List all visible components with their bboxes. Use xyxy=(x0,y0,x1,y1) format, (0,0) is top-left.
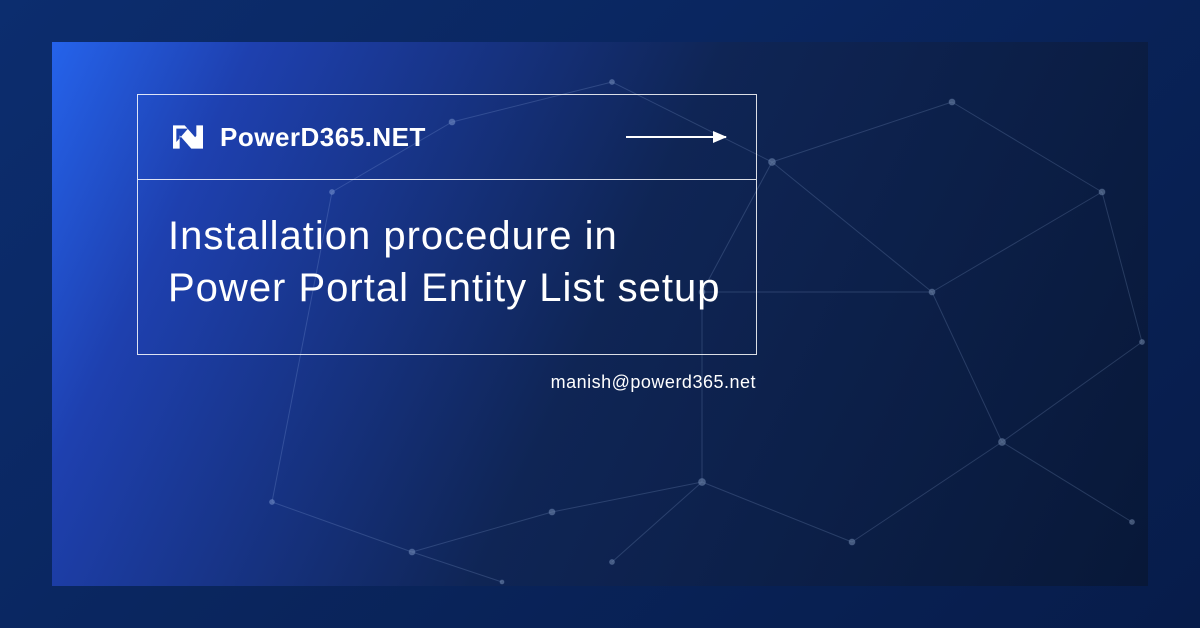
arrow-right-icon xyxy=(626,136,726,138)
card-header: PowerD365.NET xyxy=(138,95,756,180)
background-panel: PowerD365.NET Installation procedure in … xyxy=(52,42,1148,586)
content-card: PowerD365.NET Installation procedure in … xyxy=(137,94,757,355)
brand-name: PowerD365.NET xyxy=(220,122,426,153)
card-body: Installation procedure in Power Portal E… xyxy=(138,180,756,354)
outer-frame: PowerD365.NET Installation procedure in … xyxy=(0,0,1200,628)
contact-email: manish@powerd365.net xyxy=(551,372,756,393)
logo-icon xyxy=(168,117,208,157)
brand-logo: PowerD365.NET xyxy=(168,117,426,157)
page-title: Installation procedure in Power Portal E… xyxy=(168,210,726,314)
